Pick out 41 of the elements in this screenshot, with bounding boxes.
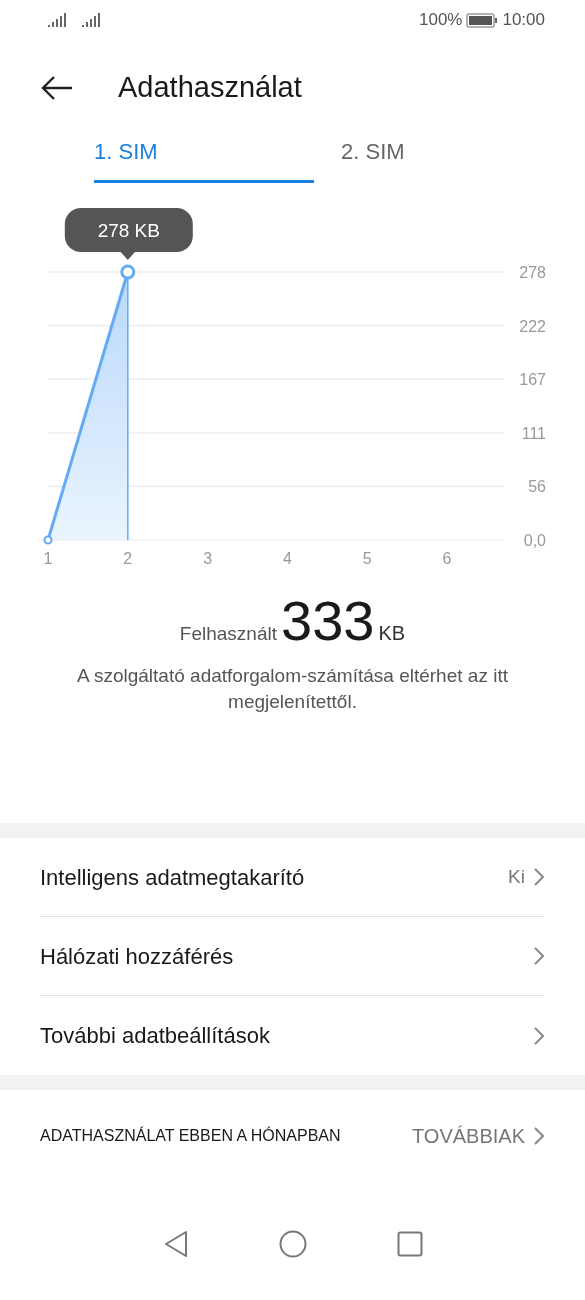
data-point (120, 264, 136, 280)
x-axis-label: 6 (442, 550, 452, 567)
y-axis-label: 167 (519, 371, 546, 389)
y-axis-label: 278 (519, 264, 546, 281)
x-axis-label: 3 (203, 550, 213, 567)
usage-label: Felhasznált (179, 622, 277, 646)
battery-percent: 100% (418, 9, 463, 32)
back-arrow-icon[interactable] (40, 74, 74, 101)
disclaimer-text: A szolgáltató adatforgalom-számítása eltérhet az itt megjelenítettől. (77, 665, 508, 712)
more-link[interactable]: TOVÁBBIAK (412, 1121, 545, 1151)
page-title: Adathasználat (118, 69, 302, 105)
x-axis-label: 2 (123, 550, 133, 567)
section-title: ADATHASZNÁLAT EBBEN A HÓNAPBAN (40, 1125, 341, 1146)
chevron-right-icon (533, 946, 545, 966)
x-axis-label: 1 (43, 550, 53, 567)
clock: 10:00 (502, 9, 545, 32)
recents-nav-icon[interactable] (396, 1230, 423, 1257)
x-axis-label: 4 (282, 550, 292, 567)
sim-tab[interactable]: 1. SIM (94, 123, 314, 183)
setting-value: Ki (508, 864, 525, 889)
signal-icon (48, 12, 66, 28)
usage-amount: 333 (281, 593, 375, 649)
home-nav-icon[interactable] (278, 1229, 307, 1258)
usage-unit: KB (378, 621, 406, 646)
y-axis-label: 0,0 (523, 532, 546, 549)
y-axis-label: 56 (528, 478, 546, 496)
back-nav-icon[interactable] (162, 1229, 189, 1258)
battery-icon (466, 12, 499, 28)
settings-item[interactable]: További adatbeállítások (40, 996, 545, 1075)
sim-tab[interactable]: 2. SIM (341, 123, 405, 183)
chevron-right-icon (533, 867, 545, 887)
y-axis-label: 222 (519, 317, 546, 335)
x-axis-label: 5 (362, 550, 372, 567)
chevron-right-icon (533, 1126, 545, 1146)
signal-icon (82, 12, 100, 28)
data-point (43, 535, 53, 545)
chevron-right-icon (533, 1025, 545, 1046)
y-axis-label: 111 (521, 424, 546, 442)
settings-item[interactable]: Hálózati hozzáférés (40, 917, 545, 996)
tooltip-text: 278 KB (97, 220, 160, 241)
settings-item[interactable]: Intelligens adatmegtakarító Ki (40, 838, 545, 917)
